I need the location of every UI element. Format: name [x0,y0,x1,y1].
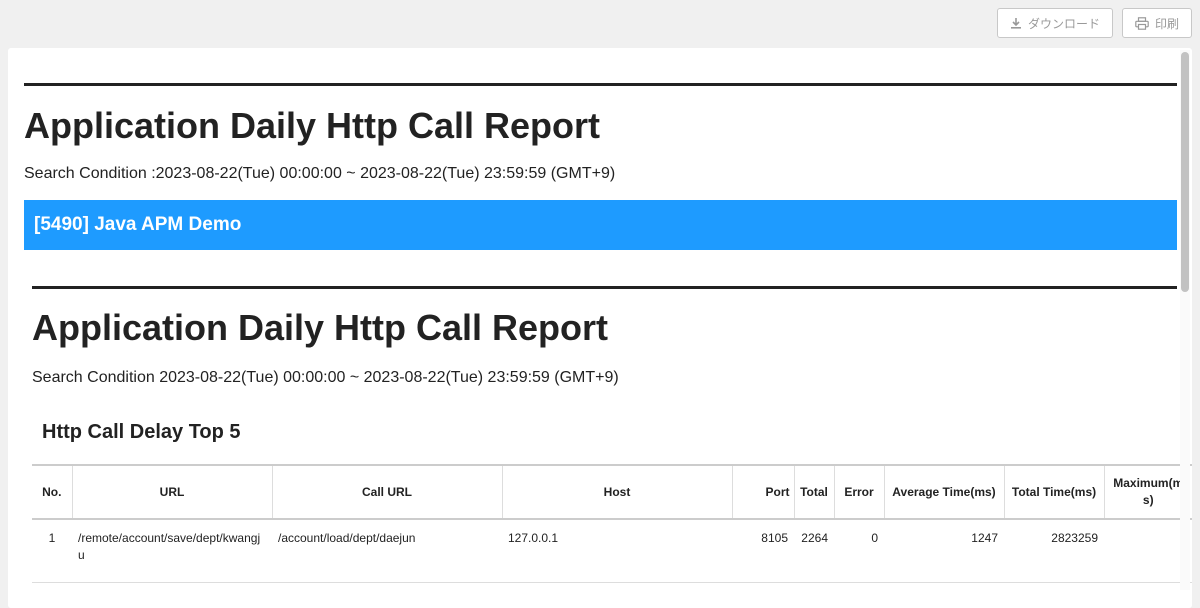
report-panel: Application Daily Http Call Report Searc… [8,48,1192,608]
cell-total-time: 2823259 [1004,519,1104,583]
col-no[interactable]: No. [32,464,72,520]
search-condition: Search Condition :2023-08-22(Tue) 00:00:… [24,165,616,182]
print-label: 印刷 [1154,16,1179,31]
vertical-scrollbar[interactable] [1180,50,1190,590]
application-header: [5490] Java APM Demo [24,200,1177,250]
col-host[interactable]: Host [501,464,732,520]
cell-port: 8105 [732,519,794,583]
scrollbar-thumb[interactable] [1181,52,1189,292]
col-total-time[interactable]: Total Time(ms) [1003,464,1104,520]
printer-icon [1135,16,1149,30]
col-total[interactable]: Total [793,464,834,520]
print-button[interactable]: 印刷 [1121,8,1192,38]
cell-no: 1 [32,519,72,583]
cell-url: /remote/account/save/dept/kwangju [72,519,272,583]
cell-error: 0 [834,519,884,583]
download-icon [1010,18,1021,29]
section-title: Http Call Delay Top 5 [42,421,241,443]
cell-maximum [1104,519,1192,583]
toolbar: ダウンロード 印刷 [996,8,1192,38]
report-title: Application Daily Http Call Report [24,105,601,146]
col-url[interactable]: URL [71,464,272,520]
col-maximum[interactable]: Maximum(ms) [1103,464,1192,520]
inner-report-title: Application Daily Http Call Report [32,307,609,348]
application-report: Application Daily Http Call Report Searc… [32,286,1192,583]
top-divider [24,83,1177,86]
cell-call-url: /account/load/dept/daejun [272,519,502,583]
cell-total: 2264 [794,519,834,583]
col-call-url[interactable]: Call URL [271,464,502,520]
col-average-time[interactable]: Average Time(ms) [883,464,1004,520]
col-error[interactable]: Error [833,464,884,520]
cell-average-time: 1247 [884,519,1004,583]
download-label: ダウンロード [1027,16,1100,31]
download-button[interactable]: ダウンロード [996,8,1113,38]
report-content: Application Daily Http Call Report Searc… [24,48,1192,583]
http-call-table: No. URL Call URL Host Port Total Error A… [32,464,1192,583]
col-port[interactable]: Port [731,464,794,520]
inner-search-condition: Search Condition 2023-08-22(Tue) 00:00:0… [32,369,619,386]
section-divider [32,286,1177,289]
cell-host: 127.0.0.1 [502,519,732,583]
table-row: 1 /remote/account/save/dept/kwangju /acc… [32,519,1192,583]
table-header-row: No. URL Call URL Host Port Total Error A… [32,464,1192,520]
